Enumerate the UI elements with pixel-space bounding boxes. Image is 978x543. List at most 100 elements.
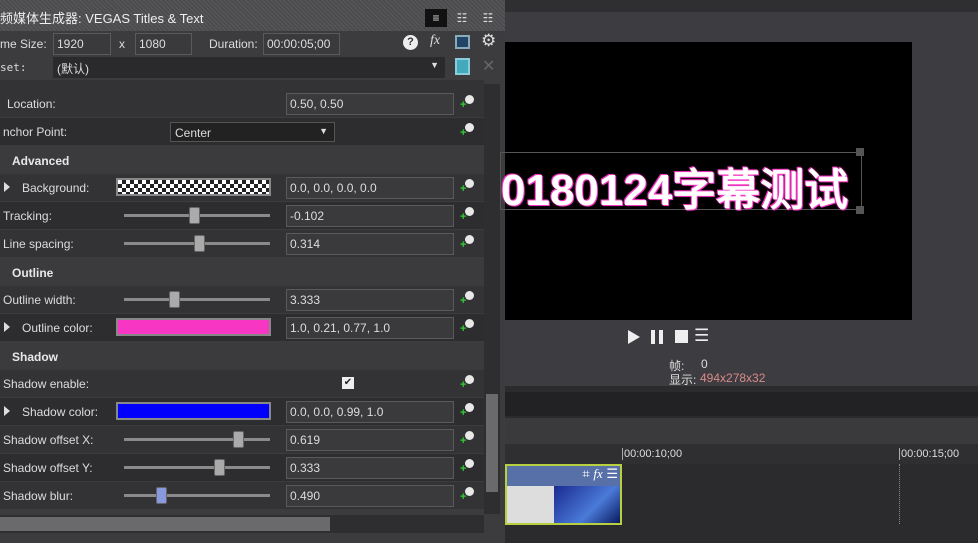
frame-height-input[interactable]: 1080 [135,33,192,55]
preset-dropdown[interactable]: (默认) ▼ [53,57,445,78]
window-icon[interactable] [455,35,470,49]
shadow-color-swatch[interactable] [116,402,271,420]
line-spacing-slider[interactable] [124,235,270,252]
shadow-offset-x-input[interactable]: 0.619 [286,429,454,451]
keyframe-icon[interactable] [460,403,474,419]
shadow-enable-label: Shadow enable: [3,377,90,391]
outline-color-input[interactable]: 1.0, 0.21, 0.77, 1.0 [286,317,454,339]
location-input[interactable]: 0.50, 0.50 [286,93,454,115]
help-icon[interactable]: ? [403,35,418,50]
clip-icons[interactable]: ⌗ fx ☰ [582,466,618,482]
view-grid3-icon[interactable]: ☷ [477,9,499,27]
shadow-offset-x-slider[interactable] [124,431,270,448]
keyframe-icon[interactable] [460,123,474,139]
shadow-blur-label: Shadow blur: [3,489,74,503]
view-grid2-icon[interactable]: ☷ [451,9,473,27]
timeline-ruler: 00:00:10;00 00:00:15;00 [505,444,978,464]
menu-icon[interactable]: ☰ [694,326,709,346]
outline-width-input[interactable]: 3.333 [286,289,454,311]
preset-value: (默认) [57,62,89,76]
slider-thumb[interactable] [168,291,180,308]
ruler-time-15: 00:00:15;00 [899,448,960,460]
resize-handle[interactable] [856,206,864,214]
shadow-offset-y-row: Shadow offset Y: 0.333 [0,454,484,481]
tracking-input[interactable]: -0.102 [286,205,454,227]
stop-icon[interactable] [675,330,688,343]
display-value: 494x278x32 [700,371,766,385]
location-label: Location: [7,97,56,111]
outline-color-swatch[interactable] [116,318,271,336]
playback-controls: ☰ 帧: 0 显示: 494x278x32 [505,320,978,387]
shadow-offset-y-slider[interactable] [124,459,270,476]
clip-thumbnail [554,486,620,523]
shadow-blur-slider[interactable] [124,487,270,504]
resize-handle[interactable] [856,148,864,156]
outline-width-slider[interactable] [124,291,270,308]
slider-thumb[interactable] [194,235,206,252]
expand-icon[interactable] [4,182,10,192]
section-shadow[interactable]: Shadow [0,343,484,370]
close-icon[interactable]: ✕ [482,56,495,76]
anchor-dropdown[interactable]: Center ▼ [170,122,335,142]
outline-width-row: Outline width: 3.333 [0,286,484,313]
fx-add-icon[interactable]: fx [430,33,440,49]
line-spacing-input[interactable]: 0.314 [286,233,454,255]
gear-icon[interactable]: ⚙ [481,31,496,51]
video-clip[interactable]: ⌗ fx ☰ [505,464,622,525]
duration-label: Duration: [209,37,258,51]
outline-width-label: Outline width: [3,293,76,307]
view-list-icon[interactable]: ≡ [425,9,447,27]
keyframe-icon[interactable] [460,291,474,307]
section-shadow-label: Shadow [12,350,59,364]
background-color-swatch[interactable] [116,178,271,196]
background-label: Background: [22,181,90,195]
anchor-label: nchor Point: [3,125,68,139]
keyframe-icon[interactable] [460,207,474,223]
shadow-enable-checkbox[interactable]: ✔ [342,377,354,389]
keyframe-icon[interactable] [460,319,474,335]
keyframe-icon[interactable] [460,95,474,111]
duration-input[interactable]: 00:00:05;00 [263,33,340,55]
shadow-enable-row: Shadow enable: ✔ [0,370,484,397]
shadow-offset-y-label: Shadow offset Y: [3,461,93,475]
x-label: x [119,37,125,51]
timeline-strip [505,392,978,416]
scroll-thumb[interactable] [0,517,330,531]
section-advanced-label: Advanced [12,154,70,168]
slider-thumb[interactable] [214,459,226,476]
keyframe-icon[interactable] [460,179,474,195]
background-row: Background: 0.0, 0.0, 0.0, 0.0 [0,174,484,201]
slider-thumb[interactable] [233,431,245,448]
play-icon[interactable] [628,330,640,344]
section-outline[interactable]: Outline [0,259,484,286]
background-input[interactable]: 0.0, 0.0, 0.0, 0.0 [286,177,454,199]
vertical-scrollbar[interactable] [484,84,500,514]
ruler-time-10: 00:00:10;00 [622,448,683,460]
shadow-blur-input[interactable]: 0.490 [286,485,454,507]
keyframe-icon[interactable] [460,375,474,391]
save-icon[interactable] [455,58,470,75]
expand-icon[interactable] [4,322,10,332]
keyframe-icon[interactable] [460,459,474,475]
keyframe-icon[interactable] [460,235,474,251]
shadow-color-input[interactable]: 0.0, 0.0, 0.99, 1.0 [286,401,454,423]
shadow-color-row: Shadow color: 0.0, 0.0, 0.99, 1.0 [0,398,484,425]
expand-icon[interactable] [4,406,10,416]
pause-icon[interactable] [651,330,663,344]
section-advanced[interactable]: Advanced [0,147,484,174]
keyframe-icon[interactable] [460,431,474,447]
scroll-thumb[interactable] [486,394,498,492]
media-generator-panel: 频媒体生成器: VEGAS Titles & Text ≡ ☷ ☷ me Siz… [0,0,505,543]
keyframe-icon[interactable] [460,487,474,503]
frame-width-input[interactable]: 1920 [53,33,111,55]
line-spacing-label: Line spacing: [3,237,74,251]
slider-thumb[interactable] [156,487,168,504]
tracking-slider[interactable] [124,207,270,224]
timeline: 00:00:10;00 00:00:15;00 ⌗ fx ☰ [505,386,978,543]
slider-thumb[interactable] [188,207,200,224]
horizontal-scrollbar[interactable] [0,515,484,533]
shadow-offset-y-input[interactable]: 0.333 [286,457,454,479]
preview-toolbar [505,0,978,42]
shadow-offset-x-label: Shadow offset X: [3,433,94,447]
timeline-track-header [505,418,978,444]
